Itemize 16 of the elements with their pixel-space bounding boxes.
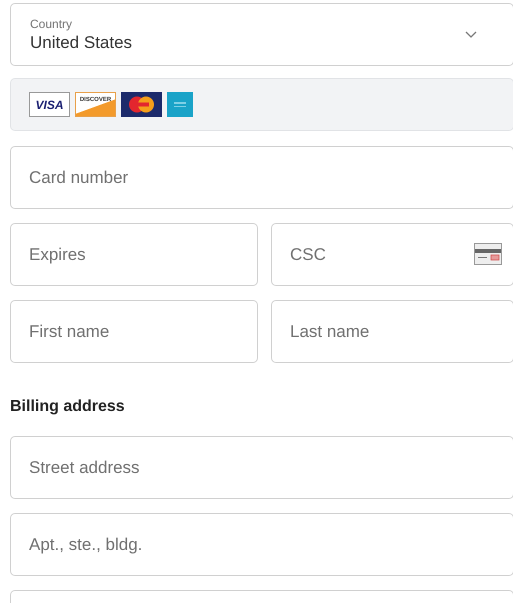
amex-logo — [167, 92, 193, 117]
visa-logo: VISA — [29, 92, 70, 117]
first-name-field[interactable]: First name — [10, 300, 258, 363]
street-field[interactable]: Street address — [10, 436, 513, 499]
chevron-down-icon — [465, 30, 477, 38]
country-label: Country — [30, 16, 74, 32]
last-name-field[interactable]: Last name — [271, 300, 513, 363]
billing-heading: Billing address — [10, 397, 126, 417]
csc-field[interactable]: CSC — [271, 223, 513, 286]
apt-field[interactable]: Apt., ste., bldg. — [10, 513, 513, 576]
card-back-icon — [474, 243, 502, 265]
country-value: United States — [30, 32, 134, 54]
expiry-field[interactable]: Expires — [10, 223, 258, 286]
mastercard-logo — [121, 92, 162, 117]
card-number-field[interactable]: Card number — [10, 146, 513, 209]
country-select[interactable]: Country United States — [10, 3, 513, 66]
